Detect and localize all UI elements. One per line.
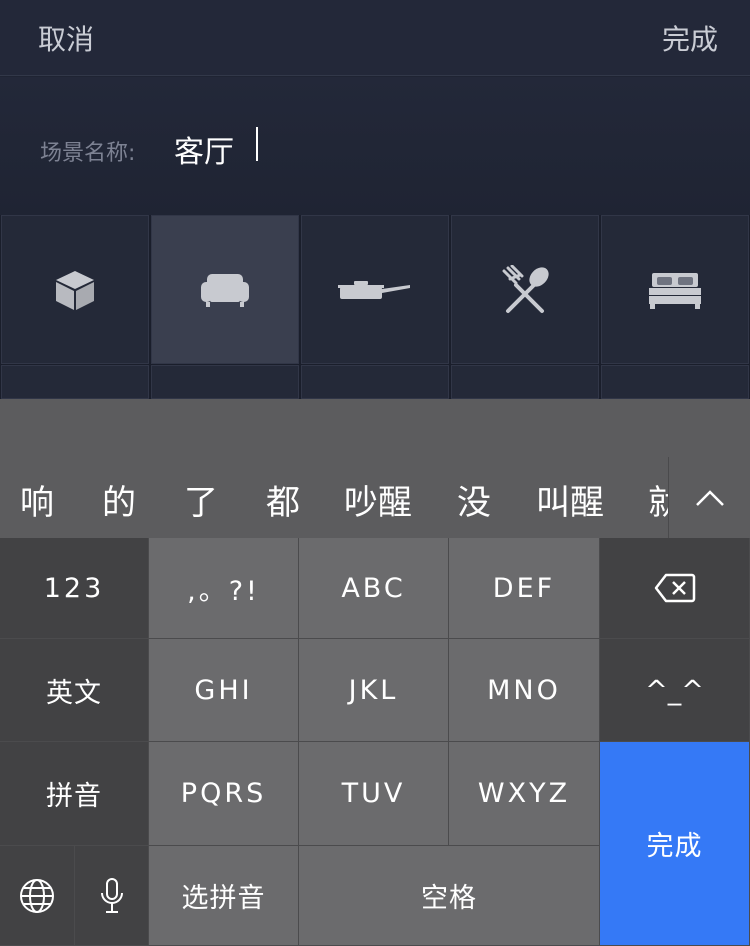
expand-candidates-button[interactable] [668,457,750,538]
scene-name-row[interactable]: 场景名称: 客厅 [0,77,750,215]
numbers-key[interactable]: 123 [0,538,149,639]
candidate-bar: 响 的 了 都 吵醒 没 叫醒 就 [0,457,750,538]
cancel-button[interactable]: 取消 [38,18,94,58]
top-nav-bar: 取消 完成 [0,0,750,76]
candidate-item[interactable]: 没 [457,475,491,524]
done-button[interactable]: 完成 [662,18,718,58]
select-pinyin-key[interactable]: 选拼音 [149,846,299,946]
space-key[interactable]: 空格 [299,846,600,946]
backspace-icon [654,573,695,603]
key-jkl[interactable]: JKL [299,639,449,742]
icon-option-dining[interactable] [451,215,599,364]
candidate-item[interactable]: 叫醒 [536,475,604,524]
icon-grid-row2-cell [301,365,449,399]
icon-grid-row2-cell [151,365,299,399]
scene-icon-grid [0,215,750,399]
icon-option-sofa[interactable] [151,215,299,364]
icon-option-bed[interactable] [601,215,749,364]
english-mode-key[interactable]: 英文 [0,639,149,742]
keyboard-done-key[interactable]: 完成 [600,742,750,946]
pan-icon [338,280,410,299]
text-caret [256,127,258,161]
pinyin-mode-key[interactable]: 拼音 [0,742,149,846]
microphone-key[interactable] [75,846,149,946]
key-mno[interactable]: MNO [449,639,600,742]
box-icon [56,270,94,310]
key-tuv[interactable]: TUV [299,742,449,846]
icon-option-pan[interactable] [301,215,449,364]
key-def[interactable]: DEF [449,538,600,639]
key-ghi[interactable]: GHI [149,639,299,742]
icon-grid-row2-cell [451,365,599,399]
icon-grid-row2-cell [601,365,749,399]
candidate-item[interactable]: 就 [648,475,668,524]
sofa-icon [201,273,249,307]
scene-name-label: 场景名称: [40,141,136,166]
key-pqrs[interactable]: PQRS [149,742,299,846]
candidate-item[interactable]: 了 [184,475,218,524]
globe-key[interactable] [0,846,75,946]
icon-grid-row2-cell [1,365,149,399]
emoticon-key[interactable]: ^_^ [600,639,750,742]
globe-icon [20,878,54,913]
microphone-icon [100,877,123,913]
backspace-key[interactable] [600,538,750,639]
bed-icon [649,272,701,309]
candidate-item[interactable]: 的 [102,475,136,524]
key-abc[interactable]: ABC [299,538,449,639]
keyboard-top-bar [0,399,750,457]
fork-spoon-icon [502,264,549,313]
punctuation-key[interactable]: ,。?! [149,538,299,639]
key-wxyz[interactable]: WXYZ [449,742,600,846]
candidate-item[interactable]: 吵醒 [344,475,412,524]
chevron-up-icon [695,489,724,506]
icon-option-box[interactable] [1,215,149,364]
candidate-item[interactable]: 响 [20,475,54,524]
candidate-item[interactable]: 都 [266,475,300,524]
scene-name-input[interactable]: 客厅 [174,127,234,171]
